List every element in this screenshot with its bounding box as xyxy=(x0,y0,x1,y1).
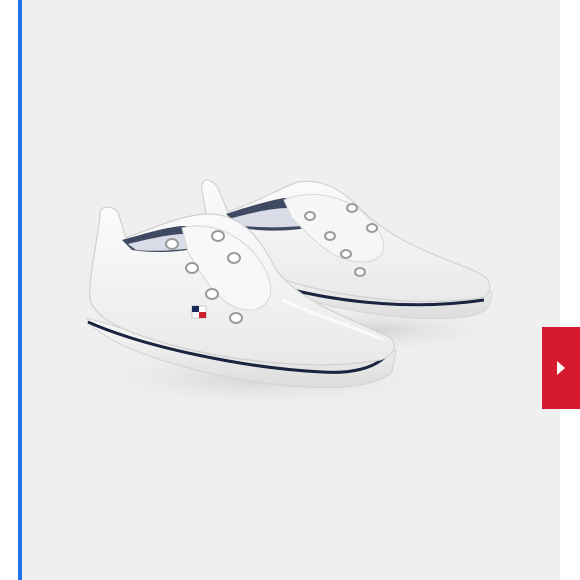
product-image-panel xyxy=(22,0,560,580)
carousel-next-button[interactable] xyxy=(542,327,580,409)
flag-label xyxy=(191,305,207,319)
chevron-right-icon xyxy=(557,361,565,375)
product-image xyxy=(72,179,512,410)
